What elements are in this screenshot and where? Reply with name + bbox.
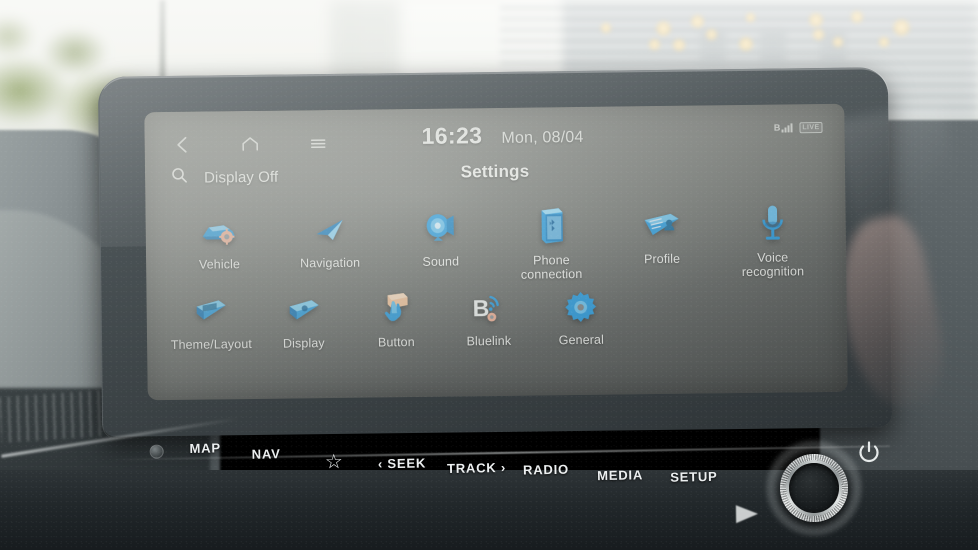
power-button[interactable] xyxy=(856,440,882,466)
clock-area: 16:23 Mon, 08/04 xyxy=(421,121,583,150)
current-date: Mon, 08/04 xyxy=(501,128,584,147)
top-navigation-bar xyxy=(171,132,329,156)
settings-item-label: Voice recognition xyxy=(741,250,805,279)
bokeh-light xyxy=(878,36,890,48)
settings-item-label: Profile xyxy=(643,251,681,267)
speaker-icon xyxy=(417,204,464,251)
hand-press-icon xyxy=(375,289,418,332)
settings-item-navigation[interactable]: Navigation xyxy=(274,205,386,284)
bokeh-light xyxy=(892,18,911,37)
dashboard-photo: 16:23 Mon, 08/04 B LIVE Display Off Sett… xyxy=(0,0,978,550)
settings-row-2: Theme/Layout Display Button B Bluelink G… xyxy=(164,285,720,352)
settings-item-button[interactable]: Button xyxy=(349,289,442,350)
svg-text:B: B xyxy=(472,295,489,321)
media-button[interactable]: MEDIA xyxy=(597,467,643,483)
page-title: Settings xyxy=(460,161,530,182)
settings-item-label: Vehicle xyxy=(198,257,241,272)
seek-button[interactable]: ‹ SEEK xyxy=(378,455,426,471)
bokeh-light xyxy=(655,20,672,37)
bokeh-light xyxy=(648,38,661,51)
bokeh-light xyxy=(705,28,718,41)
settings-item-phone-connection[interactable]: Phone connection xyxy=(495,203,607,282)
settings-item-bluelink[interactable]: B Bluelink xyxy=(442,288,535,349)
track-button[interactable]: TRACK › xyxy=(447,460,506,476)
settings-item-label: Phone connection xyxy=(520,253,583,282)
settings-item-vehicle[interactable]: Vehicle xyxy=(163,207,275,286)
background-window xyxy=(760,30,786,64)
microphone-icon xyxy=(749,200,796,247)
settings-item-sound[interactable]: Sound xyxy=(385,204,497,283)
bluelink-logo-icon: B xyxy=(467,288,510,331)
bokeh-light xyxy=(850,10,864,24)
settings-item-label: Button xyxy=(377,335,415,350)
settings-item-label: Theme/Layout xyxy=(170,336,252,352)
hamburger-menu-icon xyxy=(309,137,326,150)
settings-item-label: Sound xyxy=(422,254,460,269)
settings-screen: 16:23 Mon, 08/04 B LIVE Display Off Sett… xyxy=(144,104,847,401)
settings-item-label: Navigation xyxy=(300,255,361,271)
navigation-arrow-icon xyxy=(306,206,353,253)
bokeh-light xyxy=(812,28,825,41)
settings-grid-spacer xyxy=(627,285,720,346)
settings-item-voice-recognition[interactable]: Voice recognition xyxy=(717,200,829,279)
volume-tune-knob[interactable] xyxy=(766,440,862,536)
display-screen-icon xyxy=(282,290,325,333)
bokeh-light xyxy=(600,22,612,34)
signal-bars-icon xyxy=(781,123,793,133)
phone-bluetooth-icon xyxy=(528,203,575,250)
settings-item-label: Bluelink xyxy=(466,333,512,349)
status-icons: B LIVE xyxy=(774,122,823,134)
chevron-left-icon xyxy=(175,136,189,154)
current-time: 16:23 xyxy=(421,122,483,149)
setup-button[interactable]: SETUP xyxy=(670,469,718,485)
knob-knurling xyxy=(780,454,848,522)
infotainment-screen[interactable]: 16:23 Mon, 08/04 B LIVE Display Off Sett… xyxy=(144,103,848,401)
car-settings-icon xyxy=(196,207,243,254)
settings-item-label: Display xyxy=(282,336,325,351)
bluetooth-label: B xyxy=(773,122,781,133)
settings-item-label: General xyxy=(558,332,604,348)
settings-item-profile[interactable]: Profile xyxy=(606,201,718,280)
favorite-star-button[interactable]: ☆ xyxy=(325,449,344,474)
bokeh-light xyxy=(690,14,705,29)
bokeh-light xyxy=(672,38,686,52)
home-icon xyxy=(240,136,259,152)
settings-item-theme-layout[interactable]: Theme/Layout xyxy=(164,291,257,352)
bluetooth-signal-icon: B xyxy=(773,122,793,133)
home-button[interactable] xyxy=(239,133,261,155)
settings-item-general[interactable]: General xyxy=(534,286,627,347)
settings-grid: Vehicle Navigation Sound Phone connectio… xyxy=(163,200,829,352)
id-card-icon xyxy=(638,202,685,249)
power-icon xyxy=(859,441,879,463)
bokeh-light xyxy=(745,12,756,23)
menu-button[interactable] xyxy=(307,132,329,154)
bokeh-light xyxy=(808,12,824,28)
radio-button[interactable]: RADIO xyxy=(523,462,569,478)
live-badge: LIVE xyxy=(799,122,823,134)
settings-row-1: Vehicle Navigation Sound Phone connectio… xyxy=(163,200,828,286)
light-sensor-icon xyxy=(149,444,164,459)
gear-icon xyxy=(560,287,603,330)
theme-layout-icon xyxy=(190,291,233,334)
bokeh-light xyxy=(832,36,844,48)
map-button[interactable]: MAP xyxy=(189,440,221,456)
back-button[interactable] xyxy=(171,134,193,156)
settings-item-display[interactable]: Display xyxy=(257,290,350,351)
console-arrow-marker xyxy=(735,504,759,524)
nav-button[interactable]: NAV xyxy=(252,446,281,462)
bokeh-light xyxy=(738,36,754,52)
